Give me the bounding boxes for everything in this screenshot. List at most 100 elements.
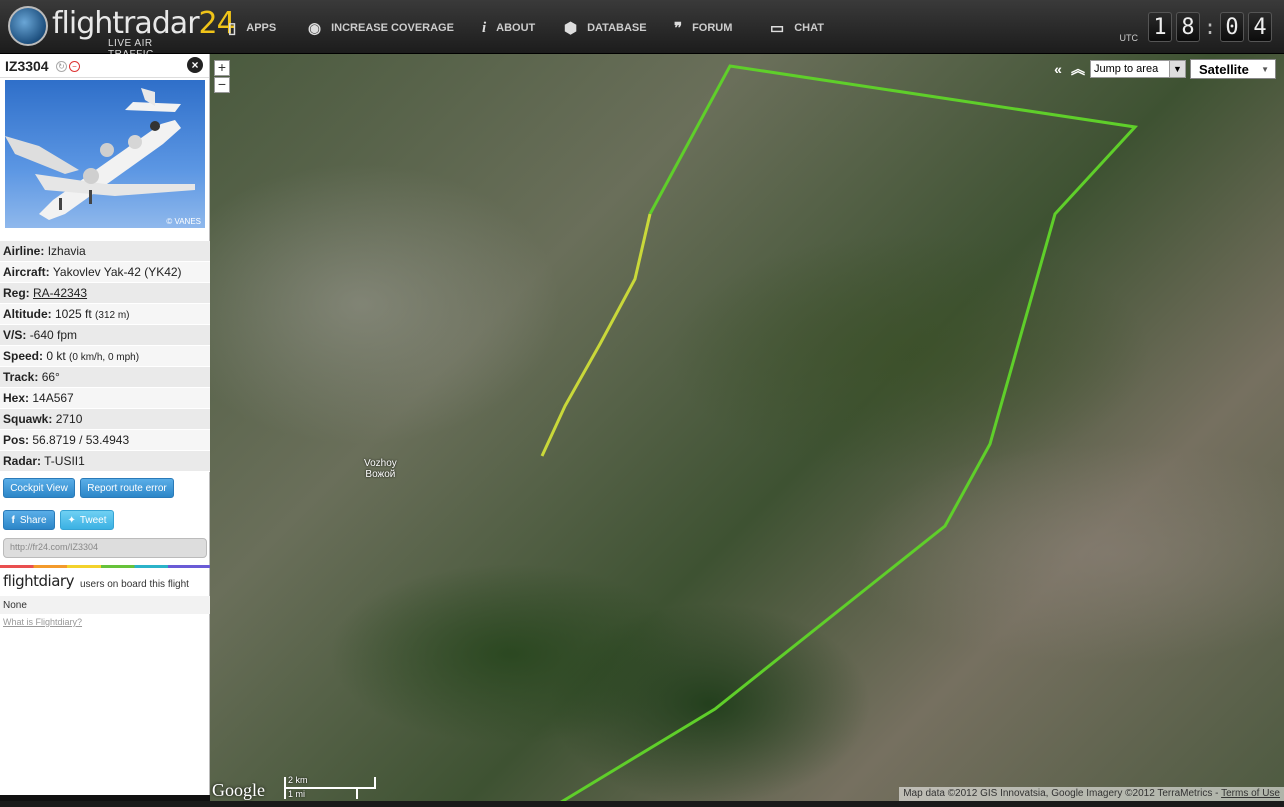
quote-icon: ❞	[674, 20, 683, 37]
map-type-value: Satellite	[1199, 61, 1249, 77]
utc-clock: UTC 1 8 : 0 4	[1119, 9, 1272, 45]
position-value: 56.8719 / 53.4943	[32, 433, 130, 447]
row-altitude: Altitude: 1025 ft (312 m)	[0, 304, 210, 325]
top-bar: flightradar24 LIVE AIR TRAFFIC ▯ APPS ◉ …	[0, 0, 1284, 60]
nav-database[interactable]: ⬢ DATABASE	[564, 16, 647, 40]
vertical-speed-value: -640 fpm	[29, 328, 78, 342]
nav-chat[interactable]: ▭ CHAT	[770, 16, 824, 40]
row-vs: V/S: -640 fpm	[0, 325, 210, 346]
terms-of-use-link[interactable]: Terms of Use	[1221, 788, 1280, 799]
map-type-select[interactable]: Satellite ▼	[1190, 59, 1276, 79]
row-aircraft: Aircraft: Yakovlev Yak-42 (YK42)	[0, 262, 210, 283]
info-small-icon[interactable]: ↻	[56, 61, 67, 72]
collapse-left-icon[interactable]: «	[1050, 61, 1066, 77]
facebook-share-button[interactable]: f Share	[3, 510, 55, 530]
flight-details: Airline: Izhavia Aircraft: Yakovlev Yak-…	[0, 241, 210, 472]
nav-chat-label: CHAT	[794, 22, 824, 34]
collapse-up-icon[interactable]: ︽	[1070, 59, 1086, 79]
close-panel-button[interactable]: ×	[187, 57, 203, 73]
attribution-text: Map data ©2012 GIS Innovatsia, Google Im…	[903, 788, 1222, 799]
nav-increase-coverage[interactable]: ◉ INCREASE COVERAGE	[308, 16, 454, 40]
nav-apps[interactable]: ▯ APPS	[228, 16, 276, 40]
chat-icon: ▭	[770, 20, 785, 37]
chevron-down-icon: ▼	[1169, 61, 1185, 77]
twitter-bird-icon: ✦	[67, 514, 76, 526]
track-yellow-segment	[540, 213, 652, 457]
scale-bar: 2 km 1 mi	[284, 775, 378, 801]
map-attribution: Map data ©2012 GIS Innovatsia, Google Im…	[899, 787, 1284, 801]
eye-icon: ◉	[308, 20, 322, 37]
nav-increase-coverage-label: INCREASE COVERAGE	[331, 22, 454, 34]
clock-minute-tens: 0	[1220, 12, 1244, 42]
row-radar: Radar: T-USII1	[0, 451, 210, 472]
registration-link[interactable]: RA-42343	[33, 286, 87, 300]
tweet-button[interactable]: ✦ Tweet	[60, 510, 114, 530]
report-route-error-button[interactable]: Report route error	[80, 478, 174, 498]
place-name-latin: Vozhoy	[364, 458, 397, 469]
facebook-icon: f	[11, 514, 15, 526]
database-icon: ⬢	[564, 20, 578, 37]
aircraft-value: Yakovlev Yak-42 (YK42)	[52, 265, 182, 279]
brand-name: flightradar24	[52, 6, 236, 41]
airline-value: Izhavia	[47, 244, 86, 258]
flight-track	[540, 64, 1139, 807]
scale-km-label: 2 km	[288, 775, 308, 785]
nav-apps-label: APPS	[246, 22, 277, 34]
caret-down-icon: ▼	[1261, 64, 1269, 74]
altitude-value: 1025 ft	[55, 307, 92, 321]
google-logo[interactable]: Google	[212, 780, 265, 801]
zoom-in-button[interactable]: +	[214, 60, 230, 76]
nav-database-label: DATABASE	[587, 22, 647, 34]
satellite-map[interactable]: + − « ︽ Jump to area ▼ Satellite ▼ Vozho…	[210, 54, 1284, 807]
clock-hour-units: 8	[1175, 12, 1200, 42]
flightdiary-caption: users on board this flight	[80, 579, 189, 590]
info-icon: i	[482, 19, 487, 36]
nav-forum[interactable]: ❞ FORUM	[674, 16, 732, 40]
row-squawk: Squawk: 2710	[0, 409, 210, 430]
photo-credit: © VANES	[166, 217, 201, 226]
flightradar24-logo[interactable]: flightradar24 LIVE AIR TRAFFIC	[8, 4, 236, 60]
flight-number: IZ3304	[5, 58, 49, 74]
row-track: Track: 66°	[0, 367, 210, 388]
cockpit-view-button[interactable]: Cockpit View	[3, 478, 75, 498]
bottom-strip	[0, 801, 1284, 807]
tweet-label: Tweet	[79, 514, 107, 526]
place-name-cyrillic: Вожой	[365, 469, 396, 480]
radar-value: T-USII1	[44, 454, 85, 468]
share-label: Share	[19, 514, 47, 526]
track-value: 66°	[41, 370, 60, 384]
row-reg: Reg: RA-42343	[0, 283, 210, 304]
rainbow-divider	[0, 565, 210, 568]
flightdiary-logo[interactable]: flightdiary	[3, 572, 74, 590]
globe-logo-icon	[8, 6, 48, 46]
map-tools: « ︽ Jump to area ▼ Satellite ▼	[1050, 59, 1276, 79]
scale-mi-label: 1 mi	[288, 789, 306, 799]
row-airline: Airline: Izhavia	[0, 241, 210, 262]
clock-hour-tens: 1	[1147, 12, 1172, 42]
utc-label: UTC	[1119, 33, 1138, 43]
aircraft-photo[interactable]: © VANES	[5, 80, 205, 228]
flightdiary-users: None	[0, 596, 210, 614]
phone-icon: ▯	[228, 20, 237, 37]
jump-to-area-select[interactable]: Jump to area ▼	[1090, 60, 1186, 78]
clock-separator: :	[1203, 15, 1216, 39]
nav-about[interactable]: i ABOUT	[482, 16, 535, 40]
hex-value: 14A567	[32, 391, 74, 405]
altitude-metric: (312 m)	[95, 310, 130, 321]
panel-header: IZ3304 ↻ − ×	[0, 54, 209, 78]
speed-value: 0 kt	[46, 349, 66, 363]
remove-small-icon[interactable]: −	[69, 61, 80, 72]
nav-about-label: ABOUT	[496, 22, 536, 34]
flight-info-panel: IZ3304 ↻ − × © VANES Airline: Izhavia Ai…	[0, 54, 210, 795]
place-label-vozhoy: Vozhoy Вожой	[364, 458, 397, 480]
speed-conversions: (0 km/h, 0 mph)	[69, 352, 140, 363]
jump-to-area-value: Jump to area	[1094, 63, 1159, 75]
row-pos: Pos: 56.8719 / 53.4943	[0, 430, 210, 451]
track-green-segment	[552, 64, 1139, 807]
row-speed: Speed: 0 kt (0 km/h, 0 mph)	[0, 346, 210, 367]
row-hex: Hex: 14A567	[0, 388, 210, 409]
flight-url-field[interactable]: http://fr24.com/IZ3304	[3, 538, 207, 558]
what-is-flightdiary-link[interactable]: What is Flightdiary?	[3, 617, 82, 627]
zoom-out-button[interactable]: −	[214, 77, 230, 93]
aircraft-image	[5, 88, 195, 220]
